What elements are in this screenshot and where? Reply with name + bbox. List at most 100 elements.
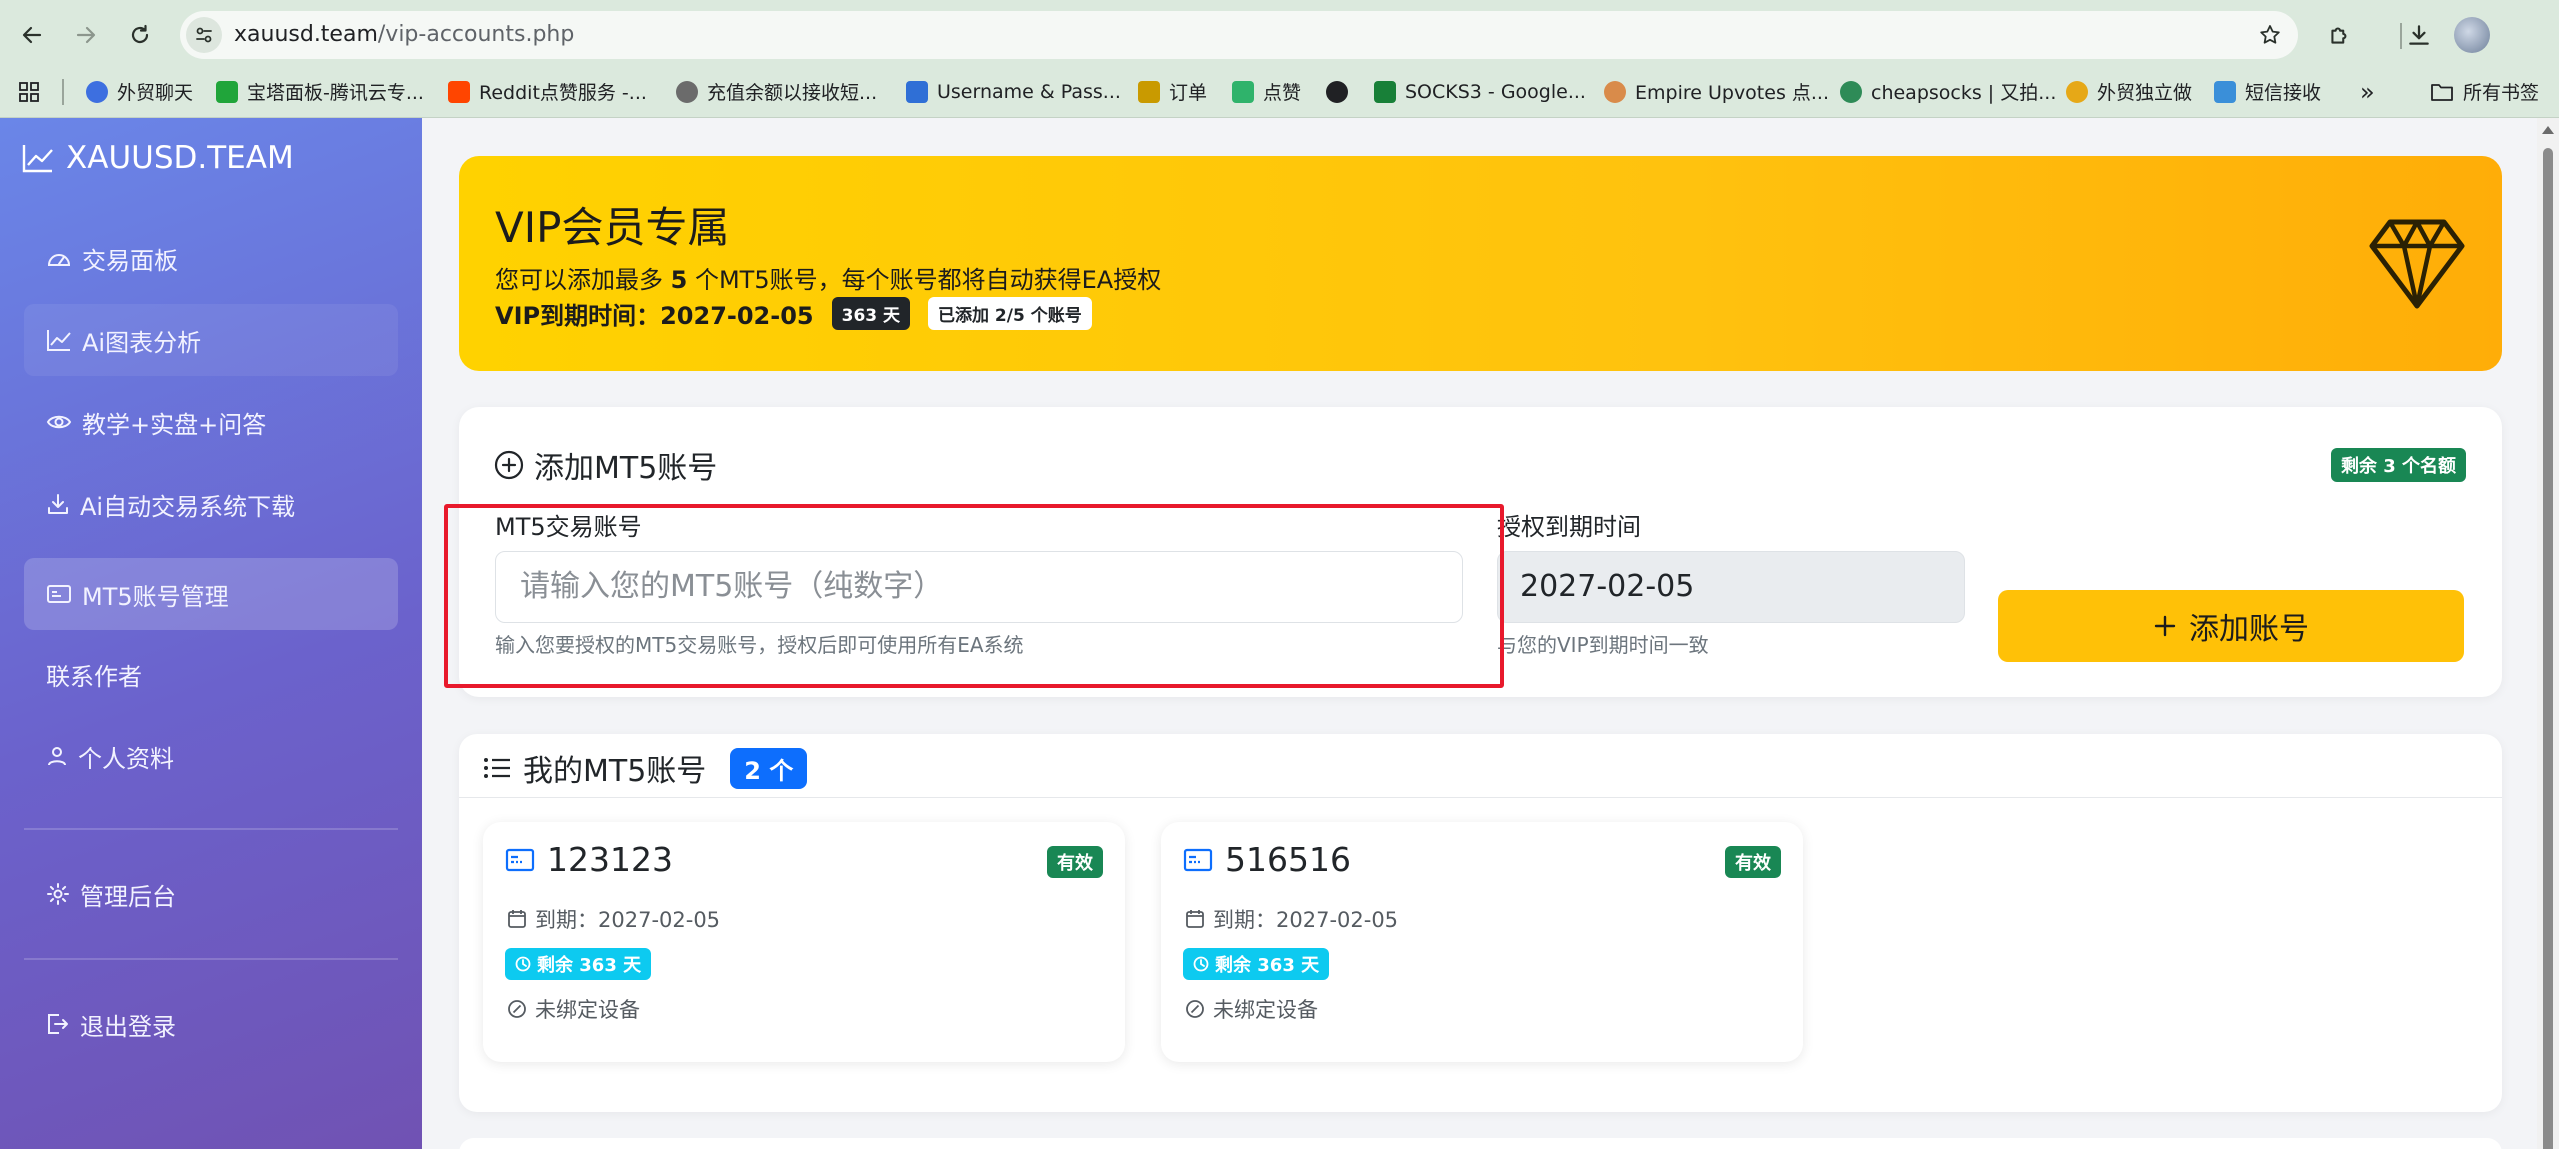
bookmark-label: 宝塔面板-腾讯云专...: [247, 82, 424, 104]
bookmarks-divider: [62, 79, 64, 105]
sidebar-item-tutorial[interactable]: 教学+实盘+问答: [24, 386, 398, 458]
site-info-button[interactable]: [186, 17, 222, 53]
bookmark-item[interactable]: Empire Upvotes 点...: [1604, 65, 1829, 118]
bookmark-item[interactable]: 短信接收: [2214, 65, 2321, 118]
calendar-icon: [508, 910, 526, 928]
account-input[interactable]: 请输入您的MT5账号（纯数字）: [495, 551, 1463, 623]
url-text[interactable]: xauusd.team/vip-accounts.php: [234, 11, 574, 59]
vip-max-accounts: 5: [670, 266, 688, 294]
bookmark-label: cheapsocks | 又拍...: [1871, 82, 2057, 104]
store-icon: [2066, 80, 2088, 103]
sidebar: XAUUSD.TEAM 交易面板 Ai图表分析 教学+实盘+问答 Ai自动交易系…: [0, 118, 422, 1149]
bookmark-label: Empire Upvotes 点...: [1635, 82, 1830, 104]
brand-name: XAUUSD.TEAM: [66, 140, 294, 176]
next-card-partial: [459, 1138, 2502, 1149]
scroll-thumb[interactable]: [2543, 148, 2553, 1149]
days-remaining-badge: 剩余 363 天: [1183, 948, 1330, 980]
sidebar-item-contact[interactable]: 联系作者: [24, 638, 398, 710]
account-card[interactable]: 123123 有效 到期：2027-02-05 剩余 363 天 未绑定设备: [483, 822, 1125, 1062]
account-number-text: 123123: [547, 840, 673, 879]
account-help: 输入您要授权的MT5交易账号，授权后即可使用所有EA系统: [495, 633, 1024, 657]
bookmark-label: Reddit点赞服务 -...: [479, 82, 647, 104]
profile-avatar[interactable]: [2454, 17, 2490, 53]
sidebar-divider: [24, 958, 398, 960]
empire-icon: [1604, 80, 1626, 103]
add-account-title: 添加MT5账号: [494, 443, 717, 487]
sidebar-divider: [24, 828, 398, 830]
sidebar-item-label: 联系作者: [46, 662, 142, 691]
slash-circle-icon: [1186, 1000, 1204, 1018]
extensions-button[interactable]: [2320, 15, 2360, 55]
sidebar-item-label: 退出登录: [80, 1012, 176, 1041]
tune-icon: [196, 27, 212, 43]
account-card[interactable]: 516516 有效 到期：2027-02-05 剩余 363 天 未绑定设备: [1161, 822, 1803, 1062]
bookmark-item[interactable]: 外贸聊天: [86, 65, 193, 118]
plus-circle-icon: [494, 450, 524, 480]
account-number-text: 516516: [1225, 840, 1351, 879]
bookmark-item[interactable]: Username & Pass...: [906, 65, 1121, 118]
gear-icon: [47, 883, 69, 905]
address-bar[interactable]: xauusd.team/vip-accounts.php: [180, 11, 2298, 59]
sidebar-item-logout[interactable]: 退出登录: [24, 988, 398, 1060]
account-expiry: 到期：2027-02-05: [507, 904, 720, 934]
sidebar-item-dashboard[interactable]: 交易面板: [24, 222, 398, 294]
bookmark-item[interactable]: [1326, 65, 1348, 118]
speedometer-icon: [47, 254, 71, 266]
sidebar-item-download[interactable]: Ai自动交易系统下载: [24, 468, 398, 540]
bookmark-item[interactable]: 外贸独立做: [2066, 65, 2192, 118]
like-icon: [1232, 80, 1254, 103]
bookmark-item[interactable]: 订单: [1138, 65, 1207, 118]
sidebar-item-mt5-accounts[interactable]: MT5账号管理: [24, 558, 398, 630]
sidebar-item-admin[interactable]: 管理后台: [24, 858, 398, 930]
globe-icon: [1326, 80, 1348, 103]
ip-icon: [906, 80, 928, 103]
clock-icon: [1193, 956, 1209, 972]
sms-service-icon: [676, 80, 698, 103]
vip-expiry: VIP到期时间：2027-02-05: [495, 302, 814, 330]
account-number: 123123: [505, 840, 673, 879]
days-remaining-badge: 剩余 363 天: [505, 948, 652, 980]
chart-line-icon: [47, 330, 71, 351]
cheapsocks-icon: [1840, 80, 1862, 103]
bookmark-label: 外贸聊天: [117, 82, 194, 104]
device-status-text: 未绑定设备: [535, 998, 640, 1022]
back-button[interactable]: [12, 15, 52, 55]
device-status: 未绑定设备: [507, 994, 640, 1024]
bookmark-item[interactable]: 宝塔面板-腾讯云专...: [216, 65, 424, 118]
bookmark-star-button[interactable]: [2254, 19, 2286, 51]
brand[interactable]: XAUUSD.TEAM: [22, 140, 294, 176]
accounts-list-title-text: 我的MT5账号: [523, 754, 707, 789]
accounts-count-badge: 2 个: [730, 747, 808, 789]
days-remaining-text: 剩余 363 天: [537, 955, 642, 976]
all-bookmarks-button[interactable]: 所有书签: [2430, 65, 2539, 118]
url-path: /vip-accounts.php: [377, 22, 575, 47]
bookmark-item[interactable]: 充值余额以接收短...: [676, 65, 877, 118]
sidebar-item-ai-chart[interactable]: Ai图表分析: [24, 304, 398, 376]
forward-button[interactable]: [66, 15, 106, 55]
add-account-card: 添加MT5账号 剩余 3 个名额 MT5交易账号 请输入您的MT5账号（纯数字）…: [459, 407, 2502, 697]
browser-toolbar: xauusd.team/vip-accounts.php: [0, 5, 2559, 65]
page-scrollbar[interactable]: [2537, 118, 2559, 1149]
downloads-button[interactable]: [2399, 15, 2439, 55]
add-account-button[interactable]: 添加账号: [1998, 590, 2464, 662]
account-expiry: 到期：2027-02-05: [1185, 904, 1398, 934]
bookmark-item[interactable]: 点赞: [1232, 65, 1301, 118]
calendar-icon: [1186, 910, 1204, 928]
id-card-icon: [505, 848, 535, 871]
bookmark-item[interactable]: SOCKS3 - Google...: [1374, 65, 1586, 118]
scroll-up-arrow[interactable]: [2542, 126, 2554, 134]
more-bookmarks-button[interactable]: »: [2360, 65, 2375, 118]
apps-button[interactable]: [18, 65, 40, 118]
sidebar-item-label: 教学+实盘+问答: [82, 410, 267, 439]
account-number: 516516: [1183, 840, 1351, 879]
bookmark-item[interactable]: cheapsocks | 又拍...: [1840, 65, 2056, 118]
bookmark-label: 短信接收: [2245, 82, 2322, 104]
reload-button[interactable]: [120, 15, 160, 55]
eye-icon: [46, 415, 72, 429]
expiry-date-field: 2027-02-05: [1497, 551, 1965, 623]
sidebar-item-profile[interactable]: 个人资料: [24, 720, 398, 792]
url-host: xauusd.team: [234, 22, 378, 47]
bookmark-item[interactable]: Reddit点赞服务 -...: [448, 65, 647, 118]
vip-banner: VIP会员专属 您可以添加最多 5 个MT5账号，每个账号都将自动获得EA授权 …: [459, 156, 2502, 371]
plus-icon: [2154, 615, 2176, 637]
